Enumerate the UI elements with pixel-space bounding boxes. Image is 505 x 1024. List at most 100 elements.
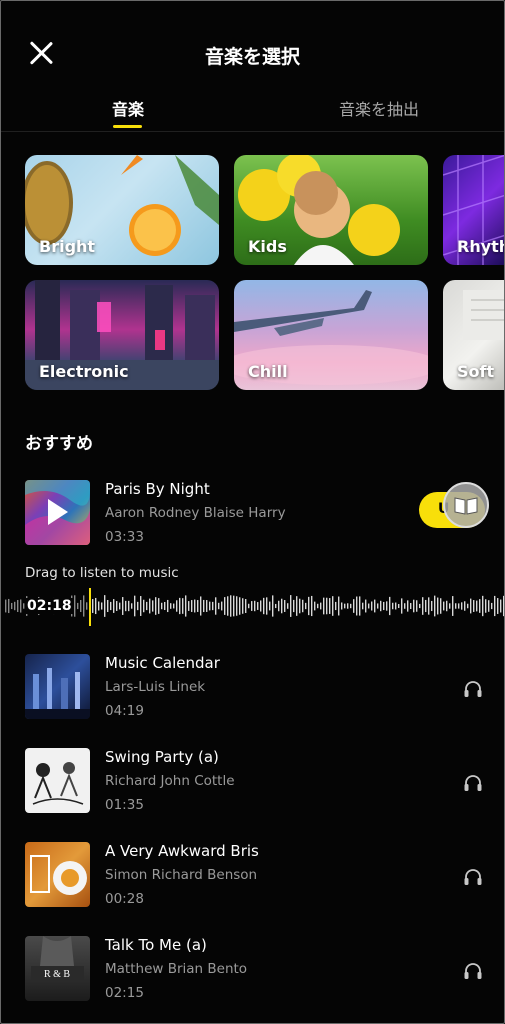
track-title: Talk To Me (a) xyxy=(105,936,207,954)
waveform-bar xyxy=(290,595,292,617)
waveform-bar xyxy=(194,599,196,613)
waveform-bar xyxy=(80,600,82,612)
waveform-bar xyxy=(347,603,349,609)
waveform-bar xyxy=(293,599,295,613)
waveform-bar xyxy=(230,595,232,617)
waveform-bar xyxy=(251,601,253,611)
waveform-bar xyxy=(287,603,289,609)
waveform-bar xyxy=(173,603,175,609)
waveform-bar xyxy=(146,601,148,611)
waveform-bar xyxy=(275,603,277,609)
waveform-bar xyxy=(191,600,193,612)
waveform-bar xyxy=(206,600,208,612)
category-label: Bright xyxy=(39,237,96,256)
page-title: 音楽を選択 xyxy=(204,46,300,68)
divider xyxy=(1,131,504,132)
waveform-bar xyxy=(452,596,454,616)
waveform-bar xyxy=(164,601,166,611)
waveform-bar xyxy=(341,602,343,610)
waveform-bar xyxy=(398,603,400,609)
play-icon[interactable] xyxy=(48,499,68,525)
album-cover xyxy=(25,654,90,719)
waveform-bar xyxy=(374,599,376,613)
waveform-bar xyxy=(5,599,7,613)
waveform-bar xyxy=(248,603,250,609)
category-label: Rhythm xyxy=(457,237,504,256)
waveform-bar xyxy=(461,602,463,610)
waveform-bar xyxy=(485,599,487,613)
waveform-bar xyxy=(266,597,268,615)
waveform-bar xyxy=(8,598,10,614)
waveform-bar xyxy=(203,599,205,613)
headphones-icon[interactable] xyxy=(463,962,483,980)
waveform-bar xyxy=(314,601,316,611)
waveform-bar xyxy=(305,602,307,610)
waveform-bar xyxy=(431,600,433,612)
waveform-bar xyxy=(143,599,145,613)
category-label: Electronic xyxy=(39,362,129,381)
waveform-bar xyxy=(359,596,361,616)
headphones-icon[interactable] xyxy=(463,868,483,886)
track-row[interactable]: Music Calendar Lars-Luis Linek 04:19 xyxy=(1,654,504,724)
category-label: Chill xyxy=(248,362,288,381)
waveform-bar xyxy=(464,601,466,611)
waveform-bar xyxy=(239,597,241,615)
waveform-bar xyxy=(368,603,370,609)
tab-extract-music[interactable]: 音楽を抽出 xyxy=(339,96,419,120)
waveform-bar xyxy=(296,596,298,616)
waveform-bar xyxy=(356,596,358,616)
category-rhythm[interactable]: Rhythm xyxy=(443,155,504,265)
category-chill[interactable]: Chill xyxy=(234,280,428,390)
waveform-bar xyxy=(254,600,256,612)
waveform-bar xyxy=(119,602,121,610)
track-title: Paris By Night xyxy=(105,480,210,498)
tab-music[interactable]: 音楽 xyxy=(112,96,144,120)
waveform-bar xyxy=(218,602,220,610)
track-title: A Very Awkward Bris xyxy=(105,842,259,860)
category-label: Soft xyxy=(457,362,495,381)
category-electronic[interactable]: Electronic xyxy=(25,280,219,390)
waveform-bar xyxy=(11,602,13,610)
waveform-bar xyxy=(272,595,274,617)
category-soft[interactable]: Soft xyxy=(443,280,504,390)
track-artist: Simon Richard Benson xyxy=(105,867,258,883)
waveform-bar xyxy=(395,602,397,610)
waveform-bar xyxy=(332,596,334,616)
floating-assistant-button[interactable] xyxy=(443,482,489,528)
track-artist: Aaron Rodney Blaise Harry xyxy=(105,505,286,521)
category-bright[interactable]: Bright xyxy=(25,155,219,265)
album-cover xyxy=(25,748,90,813)
waveform-bar xyxy=(83,595,85,617)
track-duration: 00:28 xyxy=(105,891,144,907)
track-row[interactable]: R & B Talk To Me (a) Matthew Brian Bento… xyxy=(1,936,504,1006)
waveform-bar xyxy=(176,600,178,612)
waveform-bar xyxy=(236,596,238,616)
waveform-bar xyxy=(188,601,190,611)
headphones-icon[interactable] xyxy=(463,680,483,698)
waveform-bar xyxy=(491,602,493,610)
track-row[interactable]: Swing Party (a) Richard John Cottle 01:3… xyxy=(1,748,504,818)
waveform-scrubber[interactable] xyxy=(1,585,505,627)
playhead[interactable] xyxy=(89,588,91,626)
waveform-bar xyxy=(308,596,310,616)
album-cover xyxy=(25,480,90,545)
waveform-bar xyxy=(77,602,79,610)
waveform-bar xyxy=(221,601,223,611)
waveform-bar xyxy=(410,603,412,609)
waveform-bar xyxy=(140,596,142,616)
track-row[interactable]: A Very Awkward Bris Simon Richard Benson… xyxy=(1,842,504,912)
headphones-icon[interactable] xyxy=(463,774,483,792)
waveform-bar xyxy=(14,601,16,611)
waveform-bar xyxy=(17,600,19,612)
waveform-bar xyxy=(488,600,490,612)
category-kids[interactable]: Kids xyxy=(234,155,428,265)
waveform-bar xyxy=(116,601,118,611)
waveform-bar xyxy=(449,603,451,609)
waveform-bar xyxy=(245,599,247,613)
svg-text:R & B: R & B xyxy=(44,969,70,980)
waveform-bar xyxy=(467,603,469,609)
album-cover xyxy=(25,842,90,907)
waveform-bar xyxy=(335,601,337,611)
category-label: Kids xyxy=(248,237,287,256)
waveform-bar xyxy=(344,603,346,609)
